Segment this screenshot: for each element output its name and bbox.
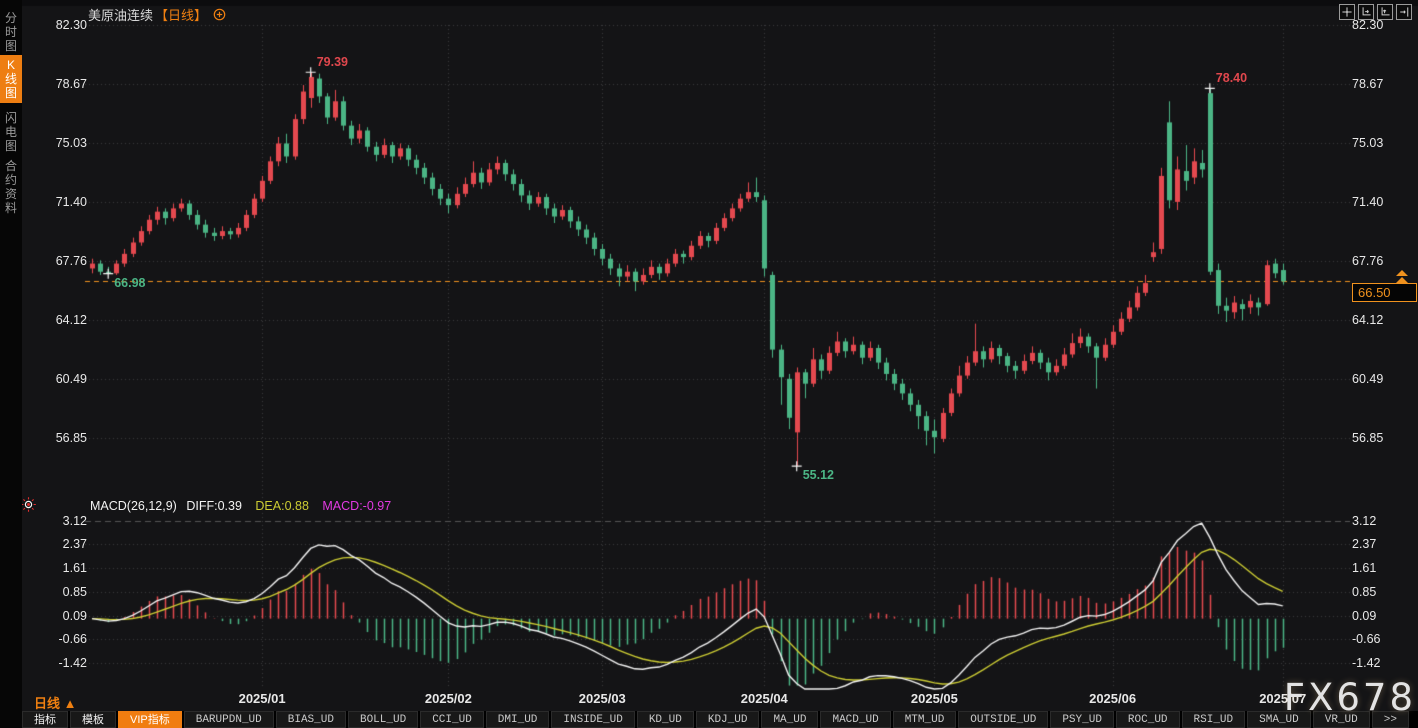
macd-axis-label-left: 2.37 xyxy=(25,537,87,551)
price-axis-label-right: 75.03 xyxy=(1352,136,1383,150)
indicator-tab-15[interactable]: PSY_UD xyxy=(1050,711,1114,728)
sidebar-item-char: 图 xyxy=(5,39,17,53)
macd-header: MACD(26,12,9) DIFF:0.39 DEA:0.88 MACD:-0… xyxy=(90,499,391,513)
indicator-tab-16[interactable]: ROC_UD xyxy=(1116,711,1180,728)
crosshair-icon[interactable] xyxy=(1339,4,1355,20)
sidebar-item-char: 资 xyxy=(5,187,17,201)
instrument-name: 美原油连续 xyxy=(88,5,153,24)
add-circle-icon[interactable] xyxy=(213,8,226,21)
macd-axis-label-right: 2.37 xyxy=(1352,537,1376,551)
indicator-tab-17[interactable]: RSI_UD xyxy=(1182,711,1246,728)
indicator-tab-7[interactable]: DMI_UD xyxy=(486,711,550,728)
price-axis-label-right: 71.40 xyxy=(1352,195,1383,209)
indicator-tab-2[interactable]: VIP指标 xyxy=(118,711,182,728)
indicator-tab-3[interactable]: BARUPDN_UD xyxy=(184,711,274,728)
x-axis-month-label: 2025/03 xyxy=(579,691,626,706)
indicator-tab-13[interactable]: MTM_UD xyxy=(893,711,957,728)
price-axis-label-right: 78.67 xyxy=(1352,77,1383,91)
sidebar-item-char: 分 xyxy=(5,11,17,25)
price-axis-label-left: 64.12 xyxy=(25,313,87,327)
macd-axis-label-right: 3.12 xyxy=(1352,514,1376,528)
pan-right-icon[interactable] xyxy=(1396,4,1412,20)
indicator-tab-14[interactable]: OUTSIDE_UD xyxy=(958,711,1048,728)
macd-hist-value: MACD:-0.97 xyxy=(322,499,391,513)
sidebar-item-char: 时 xyxy=(5,25,17,39)
price-axis-label-left: 56.85 xyxy=(25,431,87,445)
indicator-tab-0[interactable]: 指标 xyxy=(22,711,68,728)
macd-axis-label-right: 1.61 xyxy=(1352,561,1376,575)
sidebar-item-char: 闪 xyxy=(5,111,17,125)
price-axis-label-left: 78.67 xyxy=(25,77,87,91)
sidebar-item-char: 电 xyxy=(5,125,17,139)
indicator-tab-6[interactable]: CCI_UD xyxy=(420,711,484,728)
macd-axis-label-left: -1.42 xyxy=(25,656,87,670)
sidebar-item-0[interactable]: 分时图 xyxy=(0,8,22,56)
price-annotation-low: 55.12 xyxy=(803,468,834,482)
fit-y-axis-icon[interactable] xyxy=(1377,4,1393,20)
price-axis-label-right: 60.49 xyxy=(1352,372,1383,386)
period-badge: 【日线】 xyxy=(155,5,207,24)
sidebar-item-char: K xyxy=(7,58,15,72)
indicator-tab-5[interactable]: BOLL_UD xyxy=(348,711,418,728)
price-axis-label-right: 82.30 xyxy=(1352,18,1383,32)
sidebar-item-char: 线 xyxy=(5,72,17,86)
price-axis-label-left: 75.03 xyxy=(25,136,87,150)
indicator-tab-11[interactable]: MA_UD xyxy=(761,711,818,728)
price-axis-label-right: 67.76 xyxy=(1352,254,1383,268)
left-sidebar: 分时图K线图闪电图合约资料 xyxy=(0,0,22,728)
indicator-toolbar: 指标模板VIP指标BARUPDN_UDBIAS_UDBOLL_UDCCI_UDD… xyxy=(22,711,1418,728)
price-axis-label-left: 67.76 xyxy=(25,254,87,268)
period-selector[interactable]: 日线 ▲ xyxy=(34,693,77,712)
chart-tool-buttons xyxy=(1339,4,1412,20)
chart-canvas[interactable] xyxy=(0,0,1418,728)
price-axis-label-left: 71.40 xyxy=(25,195,87,209)
macd-diff-value: DIFF:0.39 xyxy=(186,499,242,513)
sidebar-item-char: 约 xyxy=(5,173,17,187)
macd-axis-label-right: 0.09 xyxy=(1352,609,1376,623)
x-axis-month-label: 2025/01 xyxy=(239,691,286,706)
price-annotation-high: 78.40 xyxy=(1216,71,1247,85)
indicator-tab-10[interactable]: KDJ_UD xyxy=(696,711,760,728)
price-axis-label-left: 82.30 xyxy=(25,18,87,32)
sidebar-item-char: 图 xyxy=(5,139,17,153)
price-axis-label-right: 64.12 xyxy=(1352,313,1383,327)
indicator-tab-12[interactable]: MACD_UD xyxy=(820,711,890,728)
last-price-tag: 66.50 xyxy=(1352,283,1417,302)
indicator-tab-9[interactable]: KD_UD xyxy=(637,711,694,728)
macd-axis-label-right: 0.85 xyxy=(1352,585,1376,599)
x-axis-month-label: 2025/05 xyxy=(911,691,958,706)
indicator-tab-8[interactable]: INSIDE_UD xyxy=(551,711,634,728)
x-axis-month-label: 2025/06 xyxy=(1089,691,1136,706)
x-axis-month-label: 2025/02 xyxy=(425,691,472,706)
price-up-arrows-icon xyxy=(1396,270,1408,284)
price-annotation-low: 66.98 xyxy=(114,276,145,290)
sidebar-item-char: 合 xyxy=(5,159,17,173)
period-selector-label: 日线 xyxy=(34,696,60,711)
period-selector-arrow-icon: ▲ xyxy=(64,696,77,711)
chart-title-bar: 美原油连续 【日线】 xyxy=(88,5,226,24)
price-axis-label-right: 56.85 xyxy=(1352,431,1383,445)
sidebar-item-2[interactable]: 闪电图 xyxy=(0,108,22,156)
indicator-alert-icon[interactable] xyxy=(20,496,37,518)
sidebar-item-char: 图 xyxy=(5,86,17,100)
watermark: FX678 xyxy=(1284,676,1416,719)
macd-axis-label-left: 1.61 xyxy=(25,561,87,575)
macd-axis-label-right: -0.66 xyxy=(1352,632,1381,646)
sidebar-item-char: 料 xyxy=(5,201,17,215)
macd-axis-label-left: 0.85 xyxy=(25,585,87,599)
indicator-tab-4[interactable]: BIAS_UD xyxy=(276,711,346,728)
sidebar-item-1[interactable]: K线图 xyxy=(0,55,22,103)
x-axis-month-label: 2025/04 xyxy=(741,691,788,706)
macd-dea-value: DEA:0.88 xyxy=(255,499,309,513)
fit-chart-icon[interactable] xyxy=(1358,4,1374,20)
price-axis-label-left: 60.49 xyxy=(25,372,87,386)
macd-axis-label-left: 0.09 xyxy=(25,609,87,623)
indicator-tab-1[interactable]: 模板 xyxy=(70,711,116,728)
macd-axis-label-left: -0.66 xyxy=(25,632,87,646)
macd-axis-label-right: -1.42 xyxy=(1352,656,1381,670)
sidebar-item-3[interactable]: 合约资料 xyxy=(0,156,22,218)
price-annotation-high: 79.39 xyxy=(317,55,348,69)
macd-params: MACD(26,12,9) xyxy=(90,499,177,513)
